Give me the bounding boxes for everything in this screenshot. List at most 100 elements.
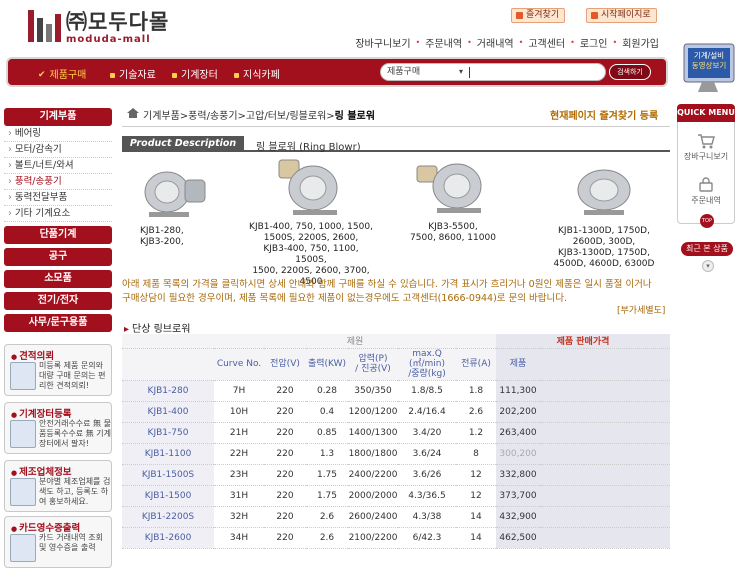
- promo-maker[interactable]: 제조업체정보 분야별 제조업체를 검색도 하고, 등록도 하여 홍보하세요.: [4, 460, 112, 512]
- bookmark-button[interactable]: 즐겨찾기: [511, 8, 566, 23]
- row-model[interactable]: KJB1-1500: [122, 485, 214, 507]
- recent-products[interactable]: 최근 본 상품: [681, 242, 733, 256]
- nav-item-knowledge[interactable]: 지식카페: [234, 66, 280, 81]
- row-output: 0.28: [306, 380, 348, 402]
- chevron-down-icon[interactable]: ▾: [702, 260, 714, 272]
- product-image-4[interactable]: KJB1-1300D, 1750D, 2600D, 300D, KJB3-130…: [534, 160, 674, 270]
- row-model[interactable]: KJB1-400: [122, 401, 214, 423]
- sidebar-cat-machine[interactable]: 단품기계: [4, 226, 112, 244]
- promo-title: 카드영수증출력: [11, 520, 80, 534]
- promo-title: 견적의뢰: [11, 348, 54, 362]
- sidebar-head[interactable]: 기계부품: [4, 108, 112, 126]
- row-curve: 10H: [214, 401, 264, 423]
- row-model[interactable]: KJB1-750: [122, 422, 214, 444]
- search-category-select[interactable]: 제품구매: [387, 66, 463, 78]
- col-voltage: 전압(V): [264, 348, 306, 381]
- price-cell-empty: [584, 401, 627, 423]
- cart-link[interactable]: 장바구니보기: [355, 35, 410, 50]
- video-banner[interactable]: 기계/설비 동영상보기: [680, 42, 736, 98]
- row-model[interactable]: KJB1-2600: [122, 527, 214, 549]
- row-model[interactable]: KJB1-1500S: [122, 464, 214, 486]
- row-pressure: 1400/1300: [348, 422, 398, 444]
- price-cell-empty: [627, 443, 670, 465]
- price-cell[interactable]: 373,700: [496, 485, 540, 507]
- sidebar-cat-office[interactable]: 사무/문구용품: [4, 314, 112, 332]
- row-voltage: 220: [264, 422, 306, 444]
- price-cell-empty: [627, 506, 670, 528]
- spec-header: 제원: [214, 334, 496, 349]
- sidebar-sub-other[interactable]: 기타 기계요소: [4, 206, 112, 222]
- orders-link[interactable]: 주문내역: [425, 35, 462, 50]
- sidebar-sub-blower[interactable]: 풍력/송풍기: [4, 174, 112, 190]
- sidebar-sub-bolt[interactable]: 볼트/너트/와셔: [4, 158, 112, 174]
- price-cell[interactable]: 300,200: [496, 443, 540, 465]
- quick-cart[interactable]: 장바구니보기: [678, 133, 734, 162]
- start-page-button[interactable]: 시작페이지로: [586, 8, 657, 23]
- sidebar-cat-tools[interactable]: 공구: [4, 248, 112, 266]
- tab-product-description[interactable]: Product Description: [122, 136, 244, 152]
- price-cell[interactable]: 111,300: [496, 380, 540, 402]
- home-icon[interactable]: [127, 108, 139, 118]
- price-notice: 아래 제품 목록의 가격을 클릭하시면 상세 안내와 함께 구매를 하실 수 있…: [122, 279, 652, 304]
- price-cell[interactable]: 202,200: [496, 401, 540, 423]
- promo-desc: 미등록 제품 문의와 대량 구매 문의는 편리한 견적의뢰!: [39, 361, 106, 390]
- product-image-2[interactable]: KJB1-400, 750, 1000, 1500, 1500S, 2200S,…: [247, 156, 375, 288]
- row-voltage: 220: [264, 401, 306, 423]
- nav-item-market[interactable]: 기계장터: [172, 66, 218, 81]
- price-cell-empty: [584, 422, 627, 444]
- row-flow: 2.4/16.4: [398, 401, 456, 423]
- quick-orders[interactable]: 주문내역: [678, 177, 734, 206]
- row-curve: 7H: [214, 380, 264, 402]
- promo-title: 제조업체정보: [11, 464, 71, 478]
- row-pressure: 1800/1800: [348, 443, 398, 465]
- price-cell[interactable]: 432,900: [496, 506, 540, 528]
- sidebar-sub-bearing[interactable]: 베어링: [4, 126, 112, 142]
- row-pressure: 350/350: [348, 380, 398, 402]
- row-model[interactable]: KJB1-2200S: [122, 506, 214, 528]
- promo-card[interactable]: 카드영수증출력 카드 거래내역 조회 및 영수증을 출력: [4, 516, 112, 568]
- product-image-1[interactable]: KJB1-280, KJB3-200,: [110, 160, 236, 248]
- nav-item-products[interactable]: 제품구매: [38, 66, 87, 81]
- price-cell[interactable]: 263,400: [496, 422, 540, 444]
- row-flow: 6/42.3: [398, 527, 456, 549]
- promo-quote[interactable]: 견적의뢰 미등록 제품 문의와 대량 구매 문의는 편리한 견적의뢰!: [4, 344, 112, 396]
- price-cell-empty: [627, 485, 670, 507]
- product-image-3[interactable]: KJB3-5500, 7500, 8600, 11000: [390, 156, 516, 244]
- search-button[interactable]: 검색하기: [609, 64, 651, 80]
- col-flow: max.Q (㎥/min) /중량(kg): [398, 348, 456, 381]
- order-icon: [699, 177, 713, 192]
- blower-image: [278, 159, 338, 215]
- nav-item-tech[interactable]: 기술자료: [110, 66, 156, 81]
- favorite-page-link[interactable]: 현재페이지 즐겨찾기 등록: [550, 107, 658, 122]
- row-model[interactable]: KJB1-1100: [122, 443, 214, 465]
- price-cell[interactable]: 332,800: [496, 464, 540, 486]
- product-name: 링 블로워 (Ring Blowr): [256, 142, 361, 153]
- row-output: 2.6: [306, 506, 348, 528]
- price-cell-empty: [627, 422, 670, 444]
- col-curve: Curve No.: [214, 348, 264, 381]
- card-icon: [10, 534, 36, 562]
- quick-cart-label: 장바구니보기: [683, 152, 729, 161]
- row-output: 0.85: [306, 422, 348, 444]
- signup-link[interactable]: 회원가입: [622, 35, 659, 50]
- row-current: 2.6: [456, 401, 496, 423]
- site-logo[interactable]: ㈜모두다몰 moduda-mall: [28, 10, 178, 50]
- search-input[interactable]: [469, 67, 470, 78]
- login-link[interactable]: 로그인: [580, 35, 608, 50]
- row-curve: 32H: [214, 506, 264, 528]
- promo-market[interactable]: 기계장터등록 안전거래수수료 無 물품등록수수료 無 기계장터에서 팔자!: [4, 402, 112, 454]
- sidebar-cat-electric[interactable]: 전기/전자: [4, 292, 112, 310]
- sidebar-cat-consumables[interactable]: 소모품: [4, 270, 112, 288]
- row-model[interactable]: KJB1-280: [122, 380, 214, 402]
- price-cell[interactable]: 462,500: [496, 527, 540, 549]
- breadcrumb-path[interactable]: 기계부품>풍력/송풍기>고압/터보/링블로워>: [143, 111, 335, 122]
- quick-menu-head: QUICK MENU: [677, 104, 735, 122]
- transactions-link[interactable]: 거래내역: [477, 35, 514, 50]
- top-button[interactable]: TOP: [700, 214, 714, 228]
- vat-note: [부가세별도]: [617, 306, 666, 316]
- quick-menu: QUICK MENU 장바구니보기 주문내역: [677, 104, 735, 224]
- row-pressure: 2100/2200: [348, 527, 398, 549]
- sidebar-sub-power[interactable]: 동력전달부품: [4, 190, 112, 206]
- sidebar-sub-motor[interactable]: 모터/감속기: [4, 142, 112, 158]
- customer-center-link[interactable]: 고객센터: [528, 35, 565, 50]
